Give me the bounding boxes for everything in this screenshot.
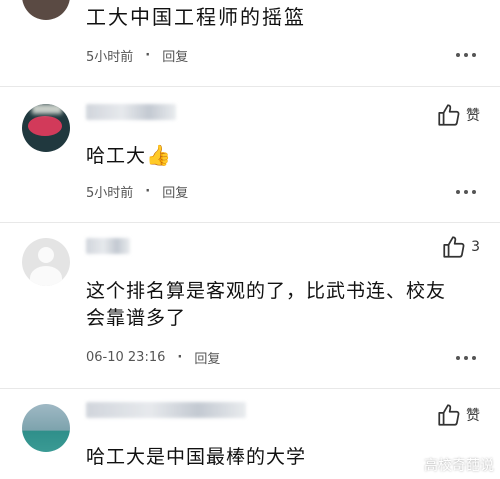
- like-button[interactable]: 3: [441, 234, 480, 260]
- username-blurred: [86, 104, 176, 120]
- thumbs-up-icon: [438, 404, 460, 426]
- username-blurred: [86, 402, 246, 418]
- more-dots-icon: [456, 53, 460, 57]
- comment-3: 这个排名算是客观的了，比武书连、校友 会靠谱多了 06-10 23:16 · 回…: [0, 226, 500, 386]
- like-button[interactable]: 赞: [436, 402, 480, 428]
- separator-dot: ·: [177, 350, 183, 365]
- comment-text: 工大中国工程师的摇篮: [86, 5, 306, 29]
- comment-time: 5小时前: [86, 186, 134, 201]
- like-label: 赞: [466, 108, 480, 124]
- divider: [0, 86, 500, 87]
- comment-text: 哈工大👍: [86, 143, 172, 167]
- avatar[interactable]: [22, 104, 70, 152]
- reply-button[interactable]: 回复: [162, 46, 188, 65]
- comment-text: 这个排名算是客观的了，比武书连、校友 会靠谱多了: [86, 280, 447, 329]
- comment-time: 5小时前: [86, 50, 134, 65]
- more-options-button[interactable]: [456, 53, 476, 57]
- reply-button[interactable]: 回复: [194, 348, 220, 367]
- comment-time: 06-10 23:16: [86, 350, 166, 365]
- avatar[interactable]: [22, 238, 70, 286]
- more-options-button[interactable]: [456, 356, 476, 360]
- comment-2: 哈工大👍 5小时前 · 回复 赞: [0, 92, 500, 222]
- like-label: 赞: [466, 408, 480, 424]
- thumbs-up-icon: [438, 104, 460, 126]
- thumbs-up-icon: [443, 236, 465, 258]
- divider: [0, 388, 500, 389]
- comment-meta: 06-10 23:16 · 回复: [86, 348, 220, 367]
- comment-meta: 5小时前 · 回复: [86, 182, 188, 201]
- avatar[interactable]: [22, 0, 70, 20]
- comment-text: 哈工大是中国最棒的大学: [86, 446, 307, 468]
- avatar[interactable]: [22, 404, 70, 452]
- separator-dot: ·: [145, 48, 151, 63]
- username-blurred: [86, 238, 130, 254]
- more-dots-icon: [456, 356, 460, 360]
- reply-button[interactable]: 回复: [162, 182, 188, 201]
- more-options-button[interactable]: [456, 190, 476, 194]
- like-count: 3: [471, 239, 480, 255]
- comment-1: 工大中国工程师的摇篮 5小时前 · 回复: [0, 0, 500, 80]
- like-button[interactable]: 赞: [436, 102, 480, 128]
- more-dots-icon: [456, 190, 460, 194]
- divider: [0, 222, 500, 223]
- separator-dot: ·: [145, 184, 151, 199]
- watermark: 高校奇葩说: [424, 458, 494, 474]
- comment-meta: 5小时前 · 回复: [86, 46, 188, 65]
- thumbs-up-emoji: 👍: [146, 143, 172, 167]
